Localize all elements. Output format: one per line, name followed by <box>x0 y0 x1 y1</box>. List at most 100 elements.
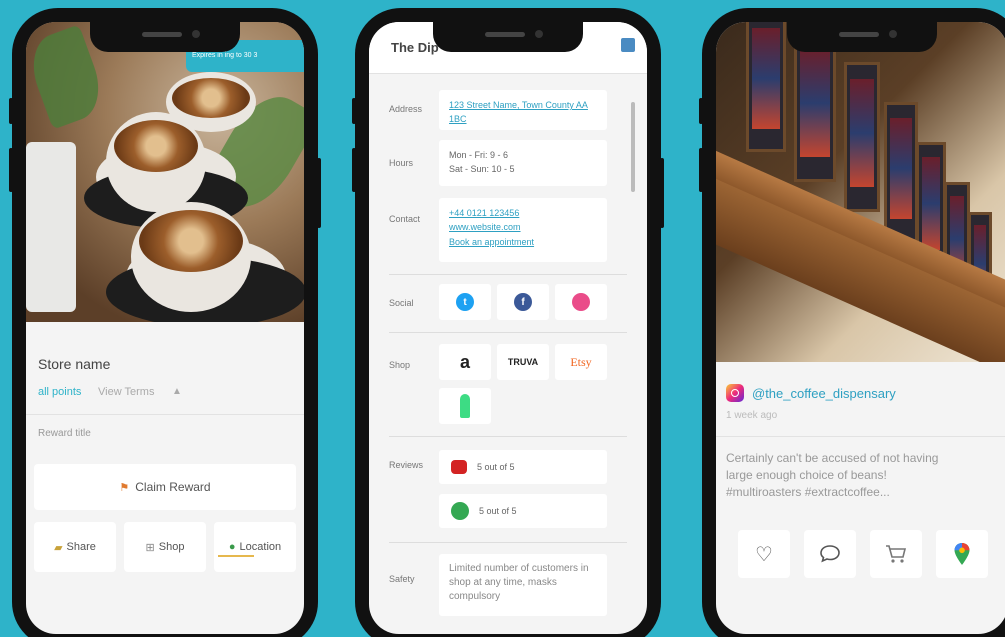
phone-side-button <box>317 158 321 228</box>
phone-notch <box>90 22 240 52</box>
facebook-button[interactable]: f <box>497 284 549 320</box>
google-maps-pin-icon <box>954 543 970 565</box>
tripadvisor-icon <box>451 502 469 520</box>
contact-label: Contact <box>389 214 421 224</box>
phone-notch <box>433 22 583 52</box>
twitter-button[interactable]: t <box>439 284 491 320</box>
scrollbar[interactable] <box>631 102 635 192</box>
phone-notch <box>787 22 937 52</box>
truva-button[interactable]: TRUVA <box>497 344 549 380</box>
claim-reward-button[interactable]: ⚑ Claim Reward <box>34 464 296 510</box>
share-icon: ▰ <box>54 541 63 554</box>
instagram-username[interactable]: @the_coffee_dispensary <box>752 386 896 401</box>
menu-icon[interactable] <box>621 38 635 52</box>
social-label: Social <box>389 298 414 308</box>
shelf-photo <box>716 22 1005 362</box>
divider <box>26 414 304 415</box>
hours-weekday: Mon - Fri: 9 - 6 <box>449 150 509 160</box>
view-terms-link[interactable]: View Terms <box>98 386 154 398</box>
review-score: 5 out of 5 <box>479 506 517 516</box>
location-pin-icon: ● <box>228 541 236 553</box>
location-label: Location <box>239 541 282 553</box>
amazon-icon: a <box>459 351 470 372</box>
comment-button[interactable] <box>804 530 856 578</box>
page-title: The Dip <box>391 40 439 55</box>
rewards-screen: Expires in ing to 30 3 Store name all po… <box>26 22 304 634</box>
instagram-user-row[interactable]: @the_coffee_dispensary <box>726 384 896 402</box>
points-link[interactable]: all points <box>38 386 81 398</box>
caption-line: #multiroasters #extractcoffee... <box>726 484 890 499</box>
etsy-button[interactable]: Etsy <box>555 344 607 380</box>
tripadvisor-review[interactable]: 5 out of 5 <box>439 494 607 528</box>
cart-icon <box>886 545 907 563</box>
appointment-link[interactable]: Book an appointment <box>449 235 597 249</box>
share-button[interactable]: ▰ Share <box>34 522 116 572</box>
location-underline <box>218 555 254 557</box>
reward-title: Reward title <box>38 428 91 439</box>
phone-store-info-screen: The Dip Address 123 Street Name, Town Co… <box>352 8 664 637</box>
divider <box>716 436 1005 437</box>
facebook-icon: f <box>514 293 532 311</box>
cart-button[interactable] <box>870 530 922 578</box>
safety-label: Safety <box>389 574 415 584</box>
address-link[interactable]: 123 Street Name, Town County AA 1BC <box>449 98 597 127</box>
post-actions: ♡ <box>738 530 988 578</box>
flag-icon: ⚑ <box>119 481 130 494</box>
phone-link[interactable]: +44 0121 123456 <box>449 206 597 220</box>
maps-button[interactable] <box>936 530 988 578</box>
claim-reward-label: Claim Reward <box>135 480 211 494</box>
phone-side-button <box>9 98 13 124</box>
heart-icon: ♡ <box>755 543 773 566</box>
hours-box: Mon - Fri: 9 - 6 Sat - Sun: 10 - 5 <box>439 140 607 186</box>
store-name: Store name <box>38 356 111 372</box>
shop-button[interactable]: ⊞ Shop <box>124 522 206 572</box>
phone-side-button <box>699 98 703 124</box>
phone-side-button <box>352 148 356 192</box>
caption-line: Certainly can't be accused of not having <box>726 451 939 465</box>
etsy-logo: Etsy <box>570 354 592 369</box>
divider <box>389 436 627 437</box>
truva-logo: TRUVA <box>507 357 539 367</box>
phone-side-button <box>352 98 356 124</box>
store-info-screen: The Dip Address 123 Street Name, Town Co… <box>369 22 647 634</box>
review-score: 5 out of 5 <box>477 462 515 472</box>
hours-weekend: Sat - Sun: 10 - 5 <box>449 164 515 175</box>
divider <box>389 274 627 275</box>
phone-side-button <box>699 148 703 192</box>
android-icon <box>460 394 470 418</box>
phone-instagram-screen: @the_coffee_dispensary 1 week ago Certai… <box>699 8 1005 637</box>
safety-text: Limited number of customers in shop at a… <box>449 563 589 602</box>
shop-label: Shop <box>158 541 185 553</box>
phone-rewards-screen: Expires in ing to 30 3 Store name all po… <box>9 8 321 637</box>
instagram-post-screen: @the_coffee_dispensary 1 week ago Certai… <box>716 22 1005 634</box>
action-row: ▰ Share ⊞ Shop ● Location <box>34 522 296 572</box>
amazon-button[interactable]: a <box>439 344 491 380</box>
yelp-icon <box>451 460 467 474</box>
android-shop-button[interactable] <box>439 388 491 424</box>
dribbble-button[interactable] <box>555 284 607 320</box>
comment-bubble-icon <box>820 545 840 563</box>
caption-line: large enough choice of beans! <box>726 467 887 482</box>
reviews-label: Reviews <box>389 460 424 470</box>
share-label: Share <box>66 541 96 553</box>
location-button[interactable]: ● Location <box>214 522 296 572</box>
safety-box: Limited number of customers in shop at a… <box>439 554 607 616</box>
address-box: 123 Street Name, Town County AA 1BC <box>439 90 607 130</box>
terms-arrow-icon: ▲ <box>172 386 182 397</box>
yelp-review[interactable]: 5 out of 5 <box>439 450 607 484</box>
contact-box: +44 0121 123456 www.website.com Book an … <box>439 198 607 262</box>
instagram-icon <box>726 384 744 402</box>
post-date: 1 week ago <box>726 410 778 421</box>
divider <box>389 332 627 333</box>
website-link[interactable]: www.website.com <box>449 220 597 234</box>
like-button[interactable]: ♡ <box>738 530 790 578</box>
phone-side-button <box>9 148 13 192</box>
hours-label: Hours <box>389 158 414 168</box>
shop-icon: ⊞ <box>145 541 155 554</box>
phone-side-button <box>660 158 664 228</box>
dribbble-icon <box>572 293 590 311</box>
post-caption: Certainly can't be accused of not having… <box>726 450 1005 500</box>
twitter-icon: t <box>456 293 474 311</box>
divider <box>389 542 627 543</box>
address-label: Address <box>389 104 423 114</box>
